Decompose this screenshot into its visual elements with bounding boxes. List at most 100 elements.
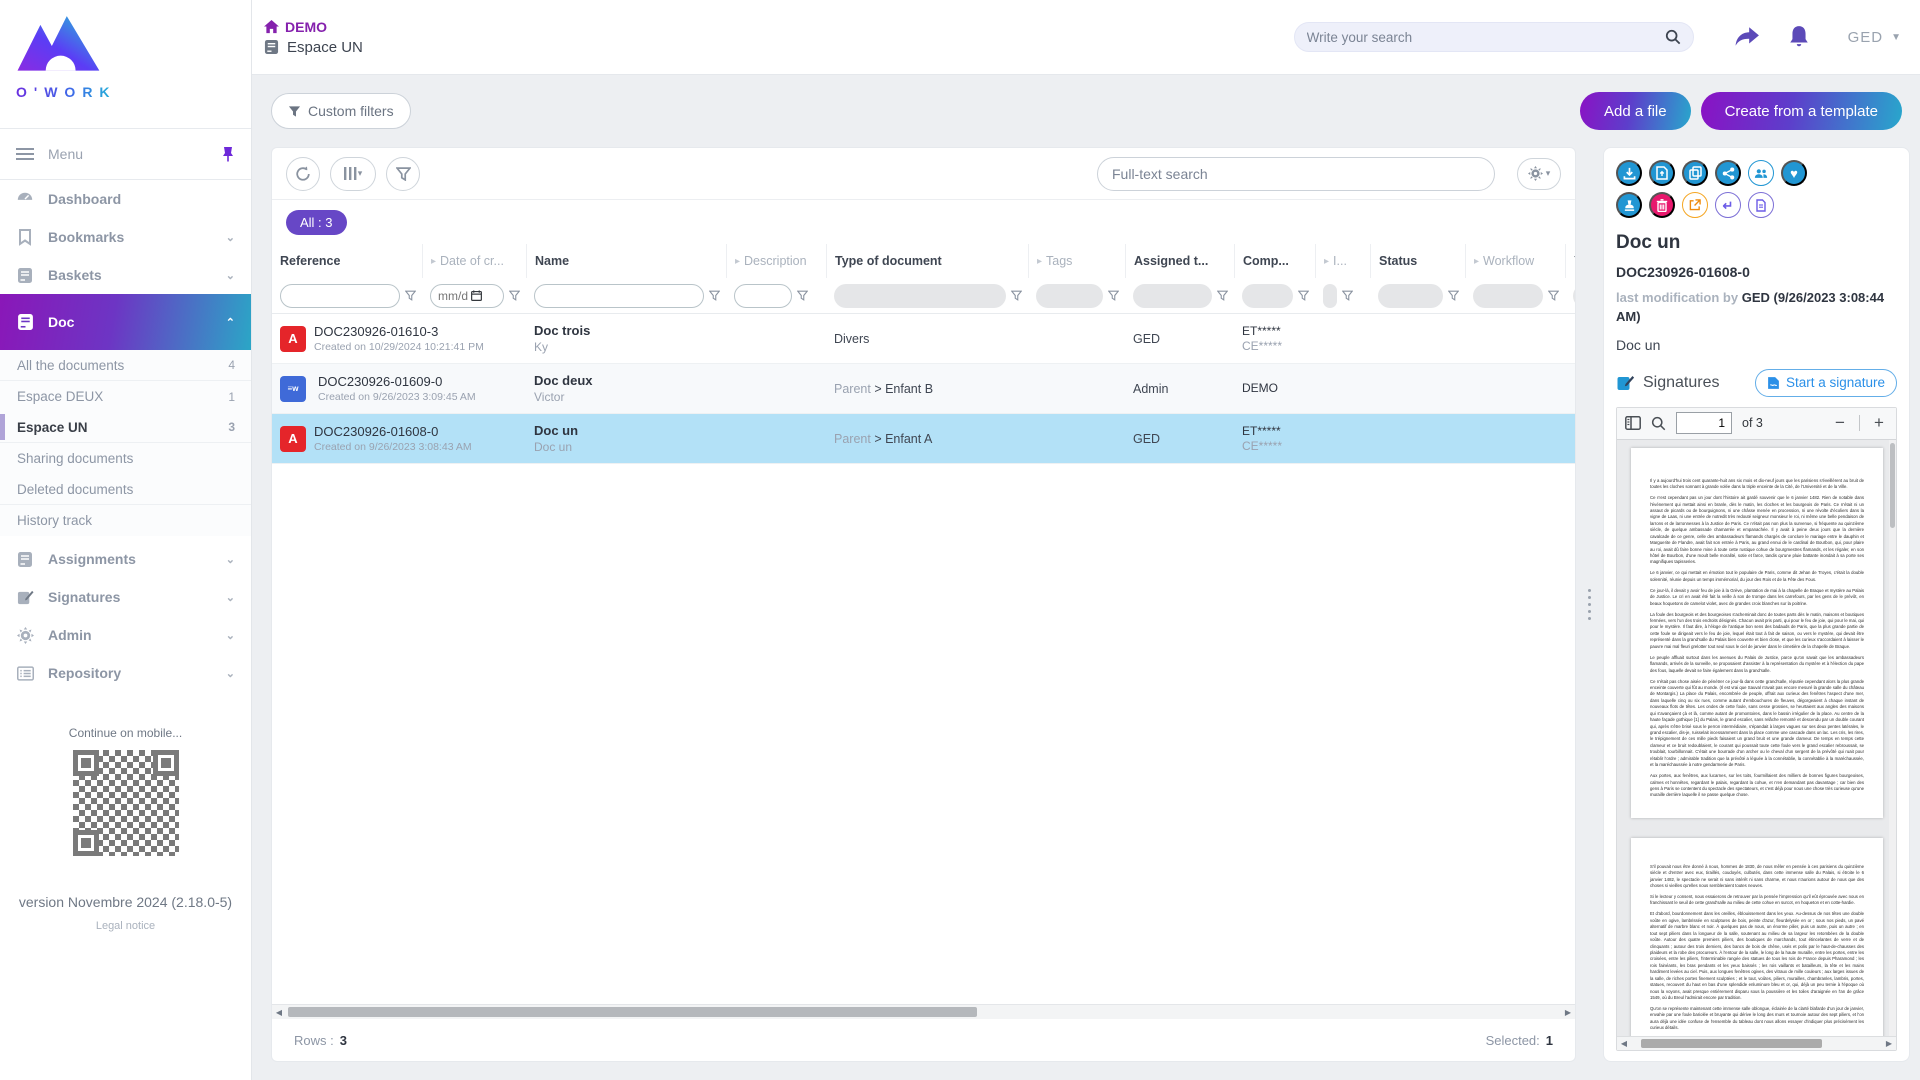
search-icon[interactable] [1665, 29, 1681, 45]
open-external-button[interactable] [1682, 192, 1708, 218]
sidebar-item-doc[interactable]: Doc ⌃ [0, 294, 251, 350]
filter-icon[interactable] [1217, 290, 1228, 301]
filter-icon[interactable] [1548, 290, 1559, 301]
stamp-button[interactable] [1616, 192, 1642, 218]
filter-icon[interactable] [509, 290, 520, 301]
scrollbar-thumb[interactable] [1890, 443, 1895, 528]
global-search-input[interactable] [1307, 30, 1665, 45]
scroll-right-arrow-icon[interactable]: ▶ [1561, 1008, 1575, 1017]
scroll-right-arrow-icon[interactable]: ▶ [1882, 1039, 1896, 1048]
custom-filters-button[interactable]: Custom filters [271, 93, 411, 129]
filter-reference-input[interactable] [280, 284, 400, 308]
share-button[interactable] [1715, 160, 1741, 186]
sidebar-item-signatures[interactable]: Signatures ⌄ [0, 578, 251, 616]
filter-icon[interactable] [1108, 290, 1119, 301]
page-number-input[interactable] [1676, 412, 1732, 434]
column-header-assigned[interactable]: Assigned t... [1125, 244, 1234, 278]
filter-date-input[interactable] [430, 284, 504, 308]
calendar-icon[interactable] [471, 290, 482, 301]
sidebar-item-repository[interactable]: Repository ⌄ [0, 654, 251, 692]
sidebar-item-deleted-documents[interactable]: Deleted documents [0, 474, 251, 505]
sidebar-item-espace-deux[interactable]: Espace DEUX 1 [0, 381, 251, 412]
download-button[interactable] [1616, 160, 1642, 186]
delete-button[interactable] [1649, 192, 1675, 218]
pdf-pages[interactable]: Il y a aujourd'hui trois cent quarante-h… [1617, 440, 1889, 1036]
column-header-i[interactable]: ▸I... [1315, 244, 1370, 278]
table-row[interactable]: A DOC230926-01610-3Created on 10/29/2024… [272, 314, 1575, 364]
sidebar-item-baskets[interactable]: Baskets ⌄ [0, 256, 251, 294]
column-header-y[interactable]: Y... [1565, 244, 1575, 278]
pdf-file-icon: A [280, 426, 306, 452]
breadcrumb-app[interactable]: DEMO [264, 19, 363, 35]
filter-description-input[interactable] [734, 284, 792, 308]
column-header-tags[interactable]: ▸Tags [1028, 244, 1125, 278]
sort-caret-icon: ▸ [1037, 256, 1042, 267]
column-header-company[interactable]: Comp... [1234, 244, 1315, 278]
table-row[interactable]: ≡w DOC230926-01609-0Created on 9/26/2023… [272, 364, 1575, 414]
scroll-left-arrow-icon[interactable]: ◀ [272, 1008, 286, 1017]
return-button[interactable]: ↵ [1715, 192, 1741, 218]
refresh-button[interactable] [286, 157, 320, 191]
scrollbar-thumb[interactable] [288, 1007, 977, 1017]
filter-icon[interactable] [1011, 290, 1022, 301]
sidebar-item-sharing-documents[interactable]: Sharing documents [0, 443, 251, 474]
table-settings-button[interactable]: ▾ [1517, 158, 1561, 190]
sidebar-item-history-track[interactable]: History track [0, 505, 251, 536]
user-menu[interactable]: GED ▼ [1848, 29, 1902, 46]
sidebar-item-bookmarks[interactable]: Bookmarks ⌄ [0, 218, 251, 256]
table-row-selected[interactable]: A DOC230926-01608-0Created on 9/26/2023 … [272, 414, 1575, 464]
submenu-label: Sharing documents [17, 451, 133, 466]
file-upload-button[interactable] [1649, 160, 1675, 186]
column-header-status[interactable]: Status [1370, 244, 1465, 278]
legal-notice-link[interactable]: Legal notice [0, 920, 251, 932]
sidebar-item-espace-un[interactable]: Espace UN 3 [0, 412, 251, 443]
favorite-button[interactable]: ♥ [1781, 160, 1807, 186]
logo: O'WORK [0, 0, 251, 128]
chevron-down-icon: ▾ [358, 168, 363, 179]
document-button[interactable] [1748, 192, 1774, 218]
sidebar-item-admin[interactable]: Admin ⌄ [0, 616, 251, 654]
add-file-button[interactable]: Add a file [1580, 92, 1691, 130]
zoom-in-button[interactable]: + [1870, 413, 1888, 433]
column-header-workflow[interactable]: ▸Workflow [1465, 244, 1565, 278]
column-header-reference[interactable]: Reference [272, 244, 422, 278]
filter-icon[interactable] [1448, 290, 1459, 301]
panel-resize-handle[interactable] [1576, 147, 1603, 1062]
breadcrumb-page[interactable]: Espace UN [264, 39, 363, 56]
sidebar-item-assignments[interactable]: Assignments ⌄ [0, 540, 251, 578]
start-signature-button[interactable]: Start a signature [1755, 369, 1897, 397]
filter-icon[interactable] [405, 290, 416, 301]
assign-users-button[interactable] [1748, 160, 1774, 186]
share-arrow-icon[interactable] [1734, 26, 1760, 48]
bell-icon[interactable] [1788, 25, 1810, 49]
pdf-vertical-scrollbar[interactable] [1889, 440, 1896, 1036]
menu-toggle[interactable]: Menu [0, 128, 251, 180]
date-input[interactable] [438, 289, 468, 303]
copy-button[interactable] [1682, 160, 1708, 186]
pdf-horizontal-scrollbar[interactable]: ◀ ▶ [1617, 1036, 1896, 1050]
columns-button[interactable]: ▾ [330, 157, 376, 191]
sidebar-toggle-icon[interactable] [1625, 416, 1641, 430]
all-count-badge[interactable]: All : 3 [286, 210, 347, 235]
filter-icon[interactable] [797, 290, 808, 301]
filter-icon[interactable] [1298, 290, 1309, 301]
filter-name-input[interactable] [534, 284, 704, 308]
zoom-out-button[interactable]: − [1831, 413, 1849, 433]
sidebar-item-all-documents[interactable]: All the documents 4 [0, 350, 251, 381]
find-icon[interactable] [1651, 416, 1666, 431]
column-header-date[interactable]: ▸Date of cr... [422, 244, 526, 278]
create-template-button[interactable]: Create from a template [1701, 92, 1902, 130]
filter-icon[interactable] [709, 290, 720, 301]
table-horizontal-scrollbar[interactable]: ◀ ▶ [272, 1004, 1575, 1019]
scroll-left-arrow-icon[interactable]: ◀ [1617, 1039, 1631, 1048]
filter-icon[interactable] [1342, 290, 1353, 301]
column-header-description[interactable]: ▸Description [726, 244, 826, 278]
filter-workflow-disabled [1473, 284, 1543, 308]
pin-icon[interactable] [221, 146, 235, 162]
sidebar-item-dashboard[interactable]: Dashboard [0, 180, 251, 218]
scrollbar-thumb[interactable] [1641, 1039, 1822, 1048]
filter-button[interactable] [386, 157, 420, 191]
fulltext-search-input[interactable] [1112, 166, 1480, 182]
column-header-name[interactable]: Name [526, 244, 726, 278]
column-header-type[interactable]: Type of document [826, 244, 1028, 278]
